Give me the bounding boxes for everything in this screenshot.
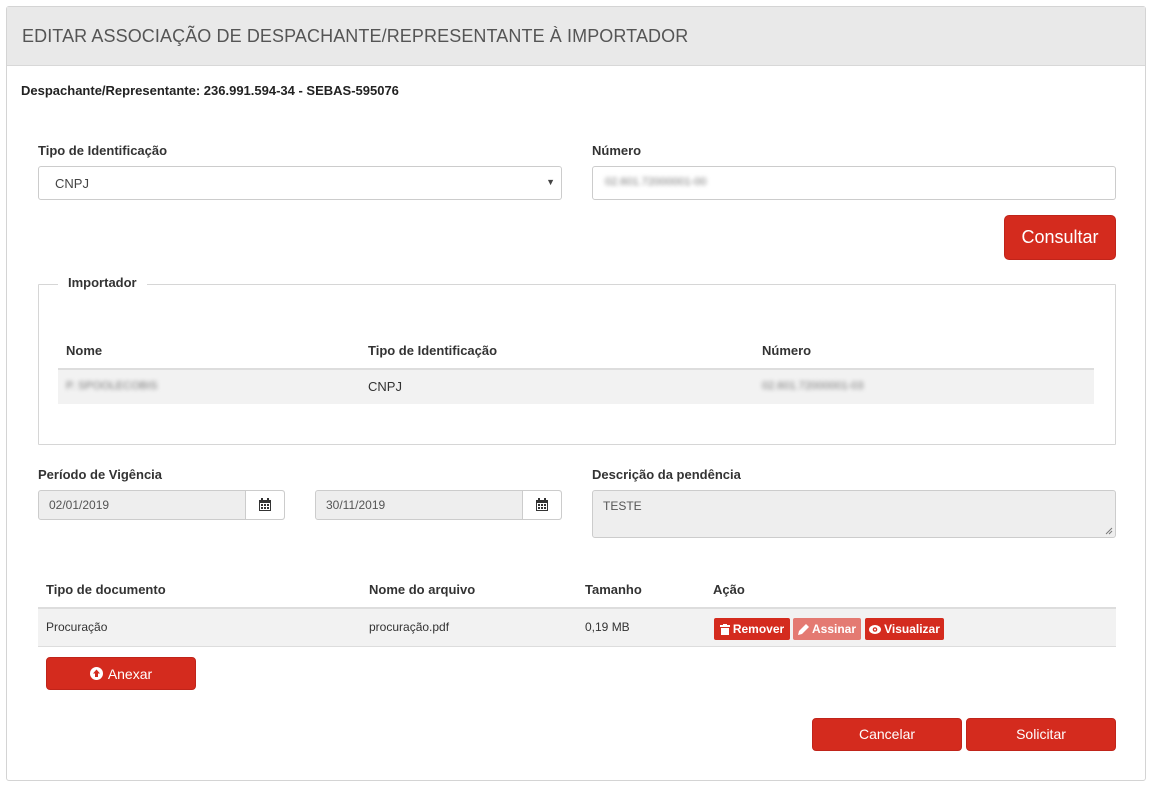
- documento-tipo: Procuração: [46, 620, 108, 634]
- col-numero: Número: [762, 343, 812, 358]
- col-nome: Nome: [66, 343, 103, 358]
- vigencia-end-input[interactable]: 30/11/2019: [315, 490, 562, 520]
- col-nome-arquivo: Nome do arquivo: [369, 582, 476, 597]
- table-row[interactable]: P. SPOOLECOBIS CNPJ 02.601.72000001-03: [58, 370, 1094, 404]
- trash-icon: [719, 623, 730, 635]
- anexar-button[interactable]: Anexar: [46, 657, 196, 690]
- col-acao: Ação: [713, 582, 745, 597]
- panel-header: EDITAR ASSOCIAÇÃO DE DESPACHANTE/REPRESE…: [7, 7, 1145, 66]
- remover-button[interactable]: Remover: [714, 618, 790, 640]
- assinar-label: Assinar: [811, 622, 857, 636]
- table-row: Procuração procuração.pdf 0,19 MB Remove…: [38, 609, 1116, 647]
- consultar-button[interactable]: Consultar: [1004, 215, 1116, 260]
- calendar-icon[interactable]: [245, 491, 284, 519]
- numero-value: 02.601.72000001-00: [605, 176, 707, 188]
- resize-handle-icon[interactable]: [1105, 527, 1113, 535]
- documento-tamanho: 0,19 MB: [585, 620, 630, 634]
- tipo-identificacao-select[interactable]: CNPJ ▼: [38, 166, 562, 200]
- visualizar-label: Visualizar: [884, 622, 940, 636]
- remover-label: Remover: [732, 622, 785, 636]
- vigencia-start-input[interactable]: 02/01/2019: [38, 490, 285, 520]
- page-title: EDITAR ASSOCIAÇÃO DE DESPACHANTE/REPRESE…: [22, 26, 689, 46]
- tipo-identificacao-value: CNPJ: [55, 176, 89, 191]
- col-tipo-identificacao: Tipo de Identificação: [368, 343, 498, 358]
- numero-label: Número: [592, 143, 642, 158]
- col-tipo-documento: Tipo de documento: [46, 582, 166, 597]
- visualizar-button[interactable]: Visualizar: [865, 618, 944, 640]
- solicitar-button[interactable]: Solicitar: [966, 718, 1116, 751]
- assinar-button[interactable]: Assinar: [793, 618, 861, 640]
- upload-icon: [89, 667, 103, 680]
- importador-tipo: CNPJ: [368, 379, 402, 394]
- cancelar-button[interactable]: Cancelar: [812, 718, 962, 751]
- tipo-identificacao-label: Tipo de Identificação: [38, 143, 168, 158]
- descricao-textarea[interactable]: TESTE: [592, 490, 1116, 538]
- edit-association-panel: EDITAR ASSOCIAÇÃO DE DESPACHANTE/REPRESE…: [6, 6, 1146, 781]
- vigencia-end-value: 30/11/2019: [326, 498, 386, 512]
- importador-numero: 02.601.72000001-03: [762, 380, 864, 392]
- eye-icon: [869, 624, 882, 634]
- pencil-icon: [797, 623, 809, 635]
- importador-fieldset: [38, 284, 1116, 445]
- descricao-label: Descrição da pendência: [592, 467, 741, 482]
- vigencia-start-value: 02/01/2019: [49, 498, 110, 512]
- importador-nome: P. SPOOLECOBIS: [66, 380, 158, 392]
- documento-arquivo: procuração.pdf: [369, 620, 450, 634]
- col-tamanho: Tamanho: [585, 582, 642, 597]
- importador-legend: Importador: [58, 275, 147, 290]
- numero-input[interactable]: 02.601.72000001-00: [592, 166, 1116, 200]
- vigencia-label: Período de Vigência: [38, 467, 163, 482]
- calendar-icon[interactable]: [522, 491, 561, 519]
- caret-down-icon: ▼: [546, 177, 555, 187]
- despachante-info: Despachante/Representante: 236.991.594-3…: [21, 83, 399, 98]
- anexar-label: Anexar: [107, 665, 153, 682]
- descricao-value: TESTE: [603, 499, 642, 513]
